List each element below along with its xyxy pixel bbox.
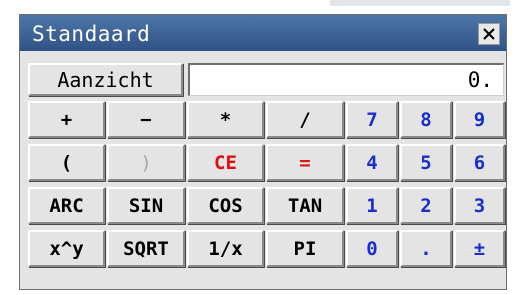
digit-7-button[interactable]: 7 bbox=[346, 101, 398, 138]
equals-button[interactable]: = bbox=[266, 144, 344, 181]
background-window-edge bbox=[0, 0, 522, 12]
plus-button[interactable]: + bbox=[28, 101, 105, 138]
reciprocal-button[interactable]: 1/x bbox=[187, 230, 264, 267]
decimal-button[interactable]: . bbox=[400, 230, 452, 267]
divide-button[interactable]: / bbox=[266, 101, 344, 138]
close-icon bbox=[483, 28, 495, 40]
clear-entry-button[interactable]: CE bbox=[187, 144, 264, 181]
power-button[interactable]: x^y bbox=[28, 230, 105, 267]
tan-button[interactable]: TAN bbox=[266, 187, 344, 224]
view-button[interactable]: Aanzicht bbox=[28, 63, 183, 96]
window-title: Standaard bbox=[32, 22, 151, 46]
digit-6-button[interactable]: 6 bbox=[454, 144, 505, 181]
digit-0-button[interactable]: 0 bbox=[346, 230, 398, 267]
close-paren-button[interactable]: ) bbox=[107, 144, 185, 181]
digit-9-button[interactable]: 9 bbox=[454, 101, 505, 138]
display-value: 0. bbox=[467, 68, 493, 92]
title-bar[interactable]: Standaard bbox=[20, 15, 506, 51]
digit-4-button[interactable]: 4 bbox=[346, 144, 398, 181]
pi-button[interactable]: PI bbox=[266, 230, 344, 267]
open-paren-button[interactable]: ( bbox=[28, 144, 105, 181]
digit-3-button[interactable]: 3 bbox=[454, 187, 505, 224]
sign-toggle-button[interactable]: ± bbox=[454, 230, 505, 267]
digit-8-button[interactable]: 8 bbox=[400, 101, 452, 138]
sin-button[interactable]: SIN bbox=[107, 187, 185, 224]
calculator-display: 0. bbox=[188, 63, 504, 96]
cos-button[interactable]: COS bbox=[187, 187, 264, 224]
digit-2-button[interactable]: 2 bbox=[400, 187, 452, 224]
sqrt-button[interactable]: SQRT bbox=[107, 230, 185, 267]
minus-button[interactable]: − bbox=[107, 101, 185, 138]
arc-button[interactable]: ARC bbox=[28, 187, 105, 224]
background-window-fragment bbox=[330, 0, 510, 6]
digit-5-button[interactable]: 5 bbox=[400, 144, 452, 181]
close-button[interactable] bbox=[478, 23, 500, 45]
multiply-button[interactable]: * bbox=[187, 101, 264, 138]
calculator-window: Standaard Aanzicht 0. + − * / 7 8 9 ( ) … bbox=[19, 14, 507, 290]
digit-1-button[interactable]: 1 bbox=[346, 187, 398, 224]
